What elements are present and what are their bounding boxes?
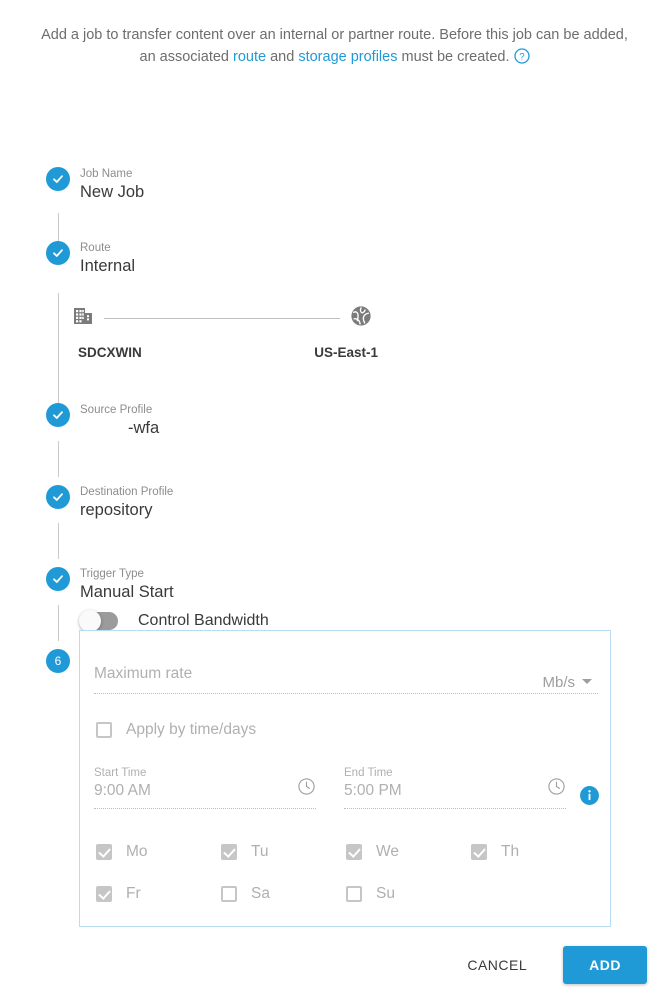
step-trigger-type[interactable]: Trigger Type Manual Start xyxy=(0,567,174,613)
step-label: Job Name xyxy=(80,168,133,180)
maximum-rate-field[interactable]: Maximum rate Mb/s xyxy=(94,663,598,694)
building-icon xyxy=(72,305,94,332)
step-source-profile[interactable]: Source Profile -wfa xyxy=(0,403,159,449)
info-icon[interactable] xyxy=(579,785,600,811)
rate-unit-dropdown[interactable]: Mb/s xyxy=(542,674,592,691)
step-complete-check-icon xyxy=(46,485,70,509)
day-checkbox[interactable] xyxy=(96,886,112,902)
storage-grid-icon xyxy=(350,305,372,332)
field-underline xyxy=(94,807,316,809)
control-bandwidth-toggle-row[interactable]: Control Bandwidth xyxy=(79,610,269,632)
day-checkbox-sa[interactable]: Sa xyxy=(221,885,270,903)
day-checkbox[interactable] xyxy=(96,844,112,860)
step-complete-check-icon xyxy=(46,567,70,591)
cancel-button[interactable]: CANCEL xyxy=(451,947,543,983)
step-number-badge: 6 xyxy=(46,649,70,673)
step-job-name[interactable]: Job Name New Job xyxy=(0,167,144,213)
step-value: repository xyxy=(80,501,153,519)
svg-text:?: ? xyxy=(519,52,524,63)
day-checkbox[interactable] xyxy=(346,886,362,902)
route-diagram: SDCXWIN US-East-1 xyxy=(72,303,378,360)
description-conjunction: and xyxy=(266,49,299,65)
step-label: Route xyxy=(80,242,111,254)
day-checkbox[interactable] xyxy=(471,844,487,860)
day-checkbox[interactable] xyxy=(221,844,237,860)
day-checkbox[interactable] xyxy=(346,844,362,860)
route-link[interactable]: route xyxy=(233,49,266,65)
step-complete-check-icon xyxy=(46,241,70,265)
step-route[interactable]: Route Internal xyxy=(0,241,135,287)
day-label: Mo xyxy=(126,843,148,860)
step-value: -wfa xyxy=(128,419,160,437)
step-value: New Job xyxy=(80,183,145,201)
day-checkbox-mo[interactable]: Mo xyxy=(96,843,148,861)
apply-by-time-checkbox[interactable] xyxy=(96,722,112,738)
start-time-input[interactable]: 9:00 AM xyxy=(94,780,316,802)
step-complete-check-icon xyxy=(46,403,70,427)
dialog-description: Add a job to transfer content over an in… xyxy=(0,0,669,71)
route-source-name: SDCXWIN xyxy=(78,345,142,360)
toggle-knob xyxy=(79,610,101,632)
apply-by-time-label: Apply by time/days xyxy=(126,721,257,738)
clock-icon[interactable] xyxy=(547,777,566,801)
field-underline xyxy=(94,692,598,694)
day-label: Su xyxy=(376,885,395,902)
step-complete-check-icon xyxy=(46,167,70,191)
route-connector-line xyxy=(104,317,340,319)
day-checkbox[interactable] xyxy=(221,886,237,902)
maximum-rate-input[interactable]: Maximum rate xyxy=(94,663,598,685)
field-underline xyxy=(344,807,566,809)
step-label: Trigger Type xyxy=(80,568,144,580)
bandwidth-settings-panel: Maximum rate Mb/s Apply by time/days Sta… xyxy=(79,630,611,927)
end-time-field[interactable]: End Time 5:00 PM xyxy=(344,766,566,809)
day-checkbox-tu[interactable]: Tu xyxy=(221,843,269,861)
day-label: Tu xyxy=(251,843,269,860)
day-label: Th xyxy=(501,843,520,860)
description-text-part2: must be created. xyxy=(397,49,510,65)
apply-by-time-row[interactable]: Apply by time/days xyxy=(96,721,256,739)
control-bandwidth-toggle[interactable] xyxy=(79,610,118,632)
control-bandwidth-label: Control Bandwidth xyxy=(138,612,269,629)
step-label: Destination Profile xyxy=(80,486,174,498)
dialog-footer: CANCEL ADD xyxy=(451,946,647,984)
end-time-label: End Time xyxy=(344,767,393,779)
step-value: Internal xyxy=(80,257,136,275)
rate-unit-value: Mb/s xyxy=(542,674,575,691)
step-value: Manual Start xyxy=(80,583,174,601)
day-label: Fr xyxy=(126,885,141,902)
clock-icon[interactable] xyxy=(297,777,316,801)
start-time-label: Start Time xyxy=(94,767,147,779)
help-circle-icon[interactable]: ? xyxy=(513,48,530,71)
chevron-down-icon xyxy=(582,679,592,684)
storage-profiles-link[interactable]: storage profiles xyxy=(298,49,397,65)
step-connector xyxy=(57,293,59,403)
end-time-input[interactable]: 5:00 PM xyxy=(344,780,566,802)
start-time-field[interactable]: Start Time 9:00 AM xyxy=(94,766,316,809)
day-checkbox-th[interactable]: Th xyxy=(471,843,519,861)
day-checkbox-su[interactable]: Su xyxy=(346,885,395,903)
route-destination-name: US-East-1 xyxy=(314,345,378,360)
day-checkbox-we[interactable]: We xyxy=(346,843,399,861)
day-label: Sa xyxy=(251,885,270,902)
step-destination-profile[interactable]: Destination Profile repository xyxy=(0,485,173,531)
step-label: Source Profile xyxy=(80,404,153,416)
day-label: We xyxy=(376,843,399,860)
day-checkbox-fr[interactable]: Fr xyxy=(96,885,141,903)
add-button[interactable]: ADD xyxy=(563,946,647,984)
